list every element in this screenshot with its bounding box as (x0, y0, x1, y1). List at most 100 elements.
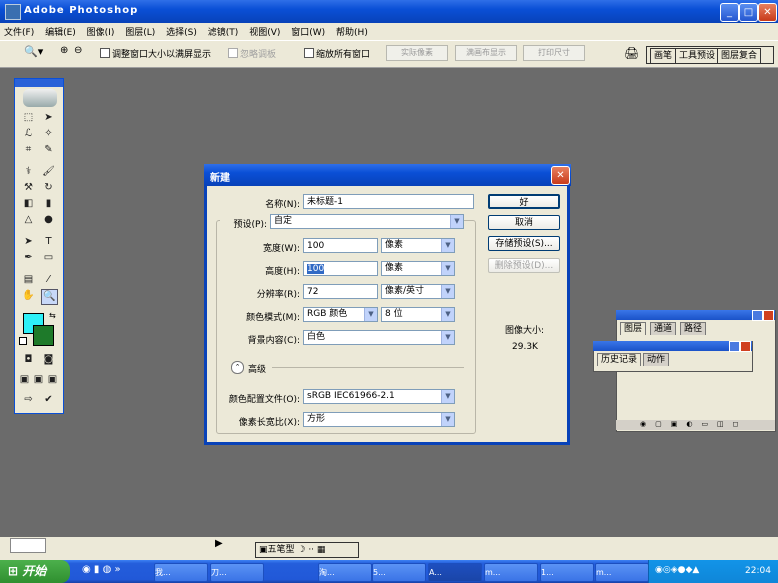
close-button[interactable]: ✕ (758, 3, 777, 22)
start-button[interactable]: ⊞ 开始 (0, 560, 70, 583)
resolution-input[interactable]: 72 (303, 284, 378, 299)
crop-tool-icon[interactable]: ⌗ (21, 143, 36, 157)
lasso-tool-icon[interactable]: ℒ (21, 127, 36, 141)
menu-filter[interactable]: 滤镜(T) (204, 23, 243, 40)
screen-mode-full-menu-icon[interactable]: ▣ (31, 373, 46, 387)
status-arrow-icon[interactable]: ▶ (215, 538, 223, 549)
minimize-button[interactable]: _ (720, 3, 739, 22)
layers-close-icon[interactable] (763, 310, 774, 321)
actual-pixels-button[interactable]: 实际像素 (386, 45, 448, 61)
layer-comps-tab[interactable]: 图层复合 (717, 48, 762, 64)
swap-colors-icon[interactable]: ⇆ (49, 311, 56, 320)
blur-tool-icon[interactable]: △ (21, 213, 36, 227)
quick-mask-icon[interactable]: ◙ (41, 353, 56, 367)
width-input[interactable]: 100 (303, 238, 378, 253)
history-tab[interactable]: 历史记录 (597, 353, 642, 366)
magic-wand-icon[interactable]: ✧ (41, 127, 56, 141)
print-size-button[interactable]: 打印尺寸 (523, 45, 585, 61)
taskbar-item-6[interactable]: m... (484, 563, 538, 582)
menu-window[interactable]: 窗口(W) (287, 23, 329, 40)
notes-tool-icon[interactable]: ▤ (21, 273, 36, 287)
width-unit-select[interactable]: 像素 ▼ (381, 238, 455, 253)
bit-depth-select[interactable]: 8 位 ▼ (381, 307, 455, 322)
color-mode-select[interactable]: RGB 颜色 ▼ (303, 307, 378, 322)
height-unit-select[interactable]: 像素 ▼ (381, 261, 455, 276)
history-brush-icon[interactable]: ↻ (41, 181, 56, 195)
taskbar-item-7[interactable]: 1... (540, 563, 594, 582)
background-color-swatch[interactable] (33, 325, 54, 346)
collapse-advanced-icon[interactable]: ⌃ (231, 361, 244, 374)
stamp-tool-icon[interactable]: ⚒ (21, 181, 36, 195)
fit-screen-button[interactable]: 满画布显示 (455, 45, 517, 61)
ignore-palettes-checkbox[interactable]: 忽略调板 (228, 47, 276, 60)
taskbar-item-1[interactable]: 我... (154, 563, 208, 582)
menu-select[interactable]: 选择(S) (162, 23, 201, 40)
dodge-tool-icon[interactable]: ● (41, 213, 56, 227)
channels-tab[interactable]: 通道 (650, 322, 677, 335)
screen-mode-full-icon[interactable]: ▣ (45, 373, 60, 387)
quick-launch-icons[interactable]: ◉ ▮ ◍ » (82, 564, 121, 575)
ime-toolbar[interactable]: ▣五笔型 ☽ ·· ▦ (255, 542, 359, 558)
taskbar-item-2[interactable]: 刀... (210, 563, 264, 582)
tool-presets-tab[interactable]: 工具预设 (675, 48, 720, 64)
healing-brush-icon[interactable]: ⚕ (21, 165, 36, 179)
background-contents-select[interactable]: 白色 ▼ (303, 330, 455, 345)
eraser-tool-icon[interactable]: ◧ (21, 197, 36, 211)
menu-edit[interactable]: 编辑(E) (41, 23, 80, 40)
taskbar-item-4[interactable]: 5... (372, 563, 426, 582)
file-browser-icon[interactable]: 🖨 (624, 46, 639, 60)
layers-minimize-icon[interactable] (752, 310, 763, 321)
resize-windows-checkbox[interactable]: 调整窗口大小以满屏显示 (100, 47, 211, 60)
layers-footer-icons[interactable]: ◉▢▣◐▭◫◻ (616, 420, 775, 430)
history-close-icon[interactable] (740, 341, 751, 352)
path-select-icon[interactable]: ➤ (21, 235, 36, 249)
zoom-all-windows-checkbox[interactable]: 缩放所有窗口 (304, 47, 370, 60)
imageready-jump-icon[interactable]: ⇨ (21, 393, 36, 407)
feather-logo-icon[interactable] (23, 89, 57, 107)
brush-tool-icon[interactable]: 🖌 (41, 165, 56, 179)
imageready-check-icon[interactable]: ✔ (41, 393, 56, 407)
color-profile-select[interactable]: sRGB IEC61966-2.1 ▼ (303, 389, 455, 404)
resolution-unit-select[interactable]: 像素/英寸 ▼ (381, 284, 455, 299)
save-preset-button[interactable]: 存储预设(S)... (488, 236, 560, 251)
tray-icons[interactable]: ◉◎◈●◆▲ (655, 565, 699, 575)
layers-tab[interactable]: 图层 (620, 322, 647, 335)
pixel-aspect-select[interactable]: 方形 ▼ (303, 412, 455, 427)
gradient-tool-icon[interactable]: ▮ (41, 197, 56, 211)
cancel-button[interactable]: 取消 (488, 215, 560, 230)
default-colors-icon[interactable] (19, 337, 27, 345)
zoom-tool-selected-icon[interactable]: 🔍 (41, 289, 58, 305)
preset-select[interactable]: 自定 ▼ (270, 214, 464, 229)
dialog-close-button[interactable]: ✕ (551, 166, 570, 185)
zoom-tool-icon[interactable]: 🔍▾ (24, 45, 43, 58)
screen-mode-standard-icon[interactable]: ▣ (17, 373, 32, 387)
menu-layer[interactable]: 图层(L) (121, 23, 159, 40)
menu-view[interactable]: 视图(V) (245, 23, 284, 40)
taskbar-item-3[interactable]: 淘... (318, 563, 372, 582)
ok-button[interactable]: 好 (488, 194, 560, 209)
maximize-button[interactable]: □ (739, 3, 758, 22)
move-tool-icon[interactable]: ➤ (41, 111, 56, 125)
paths-tab[interactable]: 路径 (680, 322, 707, 335)
status-zoom-field[interactable] (10, 538, 46, 553)
slice-tool-icon[interactable]: ✎ (41, 143, 56, 157)
name-input[interactable]: 未标题-1 (303, 194, 474, 209)
type-tool-icon[interactable]: T (41, 235, 56, 249)
taskbar-item-photoshop[interactable]: A... (428, 563, 482, 582)
menu-help[interactable]: 帮助(H) (332, 23, 372, 40)
menu-image[interactable]: 图像(I) (83, 23, 119, 40)
shape-tool-icon[interactable]: ▭ (41, 251, 56, 265)
delete-preset-button[interactable]: 删除预设(D)... (488, 258, 560, 273)
standard-mode-icon[interactable]: ◘ (21, 353, 36, 367)
brushes-tab[interactable]: 画笔 (650, 48, 677, 64)
hand-tool-icon[interactable]: ✋ (21, 289, 36, 303)
menu-file[interactable]: 文件(F) (0, 23, 38, 40)
toolbox-header[interactable] (15, 79, 63, 87)
zoom-out-icon[interactable]: ⊖ (74, 45, 82, 56)
actions-tab[interactable]: 动作 (643, 353, 670, 366)
taskbar-item-8[interactable]: m... (595, 563, 649, 582)
height-input[interactable]: 100 (303, 261, 378, 276)
history-minimize-icon[interactable] (729, 341, 740, 352)
marquee-tool-icon[interactable]: ⬚ (21, 111, 36, 125)
pen-tool-icon[interactable]: ✒ (21, 251, 36, 265)
